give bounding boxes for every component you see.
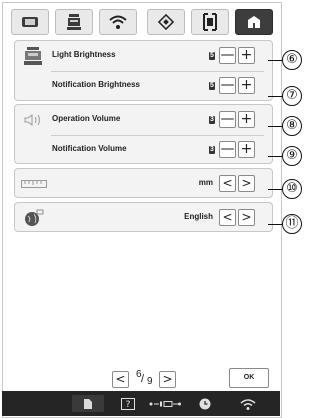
light-brightness-value: 5 <box>209 52 215 60</box>
notification-brightness-label: Notification Brightness <box>52 80 141 89</box>
light-brightness-plus-button[interactable]: + <box>238 47 255 64</box>
operation-volume-label: Operation Volume <box>52 114 121 123</box>
page-next-button[interactable]: > <box>159 371 176 388</box>
status-bar: ? <box>2 391 280 416</box>
ruler-icon <box>21 180 47 188</box>
callout-6: ⑥ <box>282 50 302 70</box>
callout-9: ⑨ <box>282 146 302 166</box>
help-icon: ? <box>121 397 135 410</box>
notification-volume-row: Notification Volume 3 — + <box>15 135 272 165</box>
tab-home[interactable] <box>235 9 273 35</box>
light-brightness-label: Light Brightness <box>52 50 116 59</box>
language-panel: English < > <box>14 202 273 232</box>
callout-10: ⑩ <box>282 179 302 199</box>
wifi-icon <box>109 15 127 29</box>
tab-bar <box>11 9 273 35</box>
machine-light-icon <box>24 47 42 65</box>
page-indicator: 6 / 9 <box>133 369 157 389</box>
page-prev-button[interactable]: < <box>112 371 129 388</box>
language-value: English <box>184 212 213 221</box>
tab-machine[interactable] <box>55 9 93 35</box>
callout-leader <box>268 96 282 97</box>
tab-pattern[interactable] <box>147 9 185 35</box>
wifi-icon <box>240 398 256 410</box>
operation-volume-row: Operation Volume 3 — + <box>15 105 272 135</box>
callout-11: ⑪ <box>282 214 302 234</box>
notification-volume-plus-button[interactable]: + <box>238 141 255 158</box>
document-button[interactable] <box>72 395 104 412</box>
volume-panel: Operation Volume 3 — + Notification Volu… <box>14 104 273 164</box>
frame-icon <box>203 13 217 31</box>
frame-connector-icon <box>149 400 181 407</box>
notification-volume-label: Notification Volume <box>52 144 127 153</box>
operation-volume-minus-button[interactable]: — <box>219 111 236 128</box>
language-prev-button[interactable]: < <box>219 209 236 226</box>
notification-brightness-plus-button[interactable]: + <box>238 77 255 94</box>
callout-leader <box>268 224 282 225</box>
ok-button[interactable]: OK <box>229 368 269 388</box>
settings-screen: Light Brightness 5 — + Notification Brig… <box>2 2 282 418</box>
embroidery-frame-icon <box>22 17 38 27</box>
light-brightness-row: Light Brightness 5 — + <box>15 41 272 71</box>
unit-panel: mm < > <box>14 168 273 198</box>
light-brightness-minus-button[interactable]: — <box>219 47 236 64</box>
home-icon <box>248 16 260 28</box>
diamond-icon <box>157 13 175 31</box>
notification-brightness-minus-button[interactable]: — <box>219 77 236 94</box>
machine-icon <box>67 14 81 30</box>
clock-icon <box>199 398 211 409</box>
unit-value: mm <box>198 178 213 187</box>
page-slash: / <box>141 373 145 385</box>
page-total: 9 <box>147 376 153 387</box>
callout-leader <box>268 156 282 157</box>
unit-next-button[interactable]: > <box>238 175 255 192</box>
clock-button[interactable] <box>198 395 212 412</box>
document-icon <box>84 398 92 409</box>
svg-text:?: ? <box>126 400 131 410</box>
frame-connector-status <box>148 395 182 412</box>
tab-frame[interactable] <box>191 9 229 35</box>
brightness-panel: Light Brightness 5 — + Notification Brig… <box>14 40 273 101</box>
help-button[interactable]: ? <box>120 395 136 412</box>
language-next-button[interactable]: > <box>238 209 255 226</box>
notification-volume-value: 3 <box>209 146 215 154</box>
operation-volume-plus-button[interactable]: + <box>238 111 255 128</box>
callout-8: ⑧ <box>282 116 302 136</box>
notification-brightness-row: Notification Brightness 5 — + <box>15 71 272 101</box>
callout-leader <box>268 60 282 61</box>
unit-prev-button[interactable]: < <box>219 175 236 192</box>
callout-leader <box>268 189 282 190</box>
callout-7: ⑦ <box>282 86 302 106</box>
wifi-status[interactable] <box>238 395 258 412</box>
tab-embroidery[interactable] <box>11 9 49 35</box>
globe-icon <box>25 209 44 226</box>
callout-leader <box>268 126 282 127</box>
notification-volume-minus-button[interactable]: — <box>219 141 236 158</box>
notification-brightness-value: 5 <box>209 82 215 90</box>
operation-volume-value: 3 <box>209 116 215 124</box>
speaker-icon <box>24 114 40 126</box>
tab-wireless[interactable] <box>99 9 137 35</box>
